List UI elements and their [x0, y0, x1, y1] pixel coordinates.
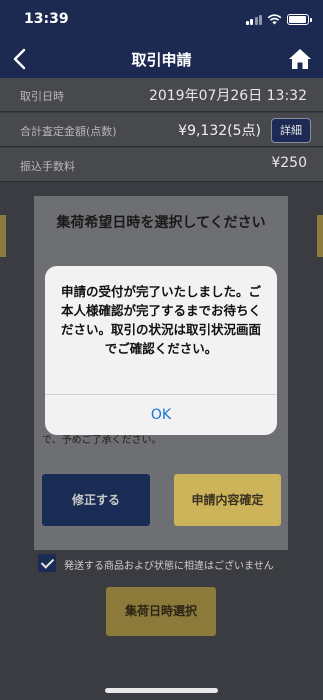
row-label: 取引日時	[20, 90, 64, 103]
row-total-amount: 合計査定金額(点数) ¥9,132(5点) 詳細	[0, 113, 323, 147]
agree-label: 発送する商品および状態に相違はございません	[64, 561, 274, 572]
checkmark-icon[interactable]	[38, 554, 56, 572]
ok-button[interactable]: OK	[45, 395, 277, 435]
detail-button[interactable]: 詳細	[271, 118, 311, 143]
row-value: 2019年07月26日 13:32	[148, 88, 307, 104]
row-label: 合計査定金額(点数)	[20, 125, 117, 138]
gold-accent-left	[0, 215, 6, 257]
fix-button[interactable]: 修正する	[42, 474, 150, 526]
page-title: 取引申請	[131, 51, 192, 69]
status-time: 13:39	[24, 11, 69, 27]
sheet-title: 集荷希望日時を選択してください	[56, 215, 266, 231]
gold-accent-right	[317, 215, 323, 257]
row-label: 振込手数料	[20, 160, 75, 173]
home-icon[interactable]	[287, 46, 313, 72]
row-value: ¥9,132(5点)	[178, 123, 261, 139]
status-icons	[245, 13, 312, 25]
wifi-icon	[267, 13, 282, 24]
nav-bar: 取引申請	[0, 40, 323, 78]
row-transaction-date: 取引日時 2019年07月26日 13:32	[0, 78, 323, 112]
confirm-application-button[interactable]: 申請内容確定	[174, 474, 281, 526]
signal-icon	[245, 14, 262, 25]
row-value: ¥250	[271, 155, 307, 171]
alert-message: 申請の受付が完了いたしました。ご本人様確認が完了するまでお待ちください。取引の状…	[60, 284, 261, 356]
pickup-date-button[interactable]: 集荷日時選択	[106, 587, 216, 636]
alert-dialog: 申請の受付が完了いたしました。ご本人様確認が完了するまでお待ちください。取引の状…	[45, 266, 277, 435]
home-indicator[interactable]	[105, 688, 218, 693]
status-bar: 13:39	[0, 0, 323, 40]
row-transfer-fee: 振込手数料 ¥250	[0, 148, 323, 182]
battery-icon	[287, 13, 312, 25]
